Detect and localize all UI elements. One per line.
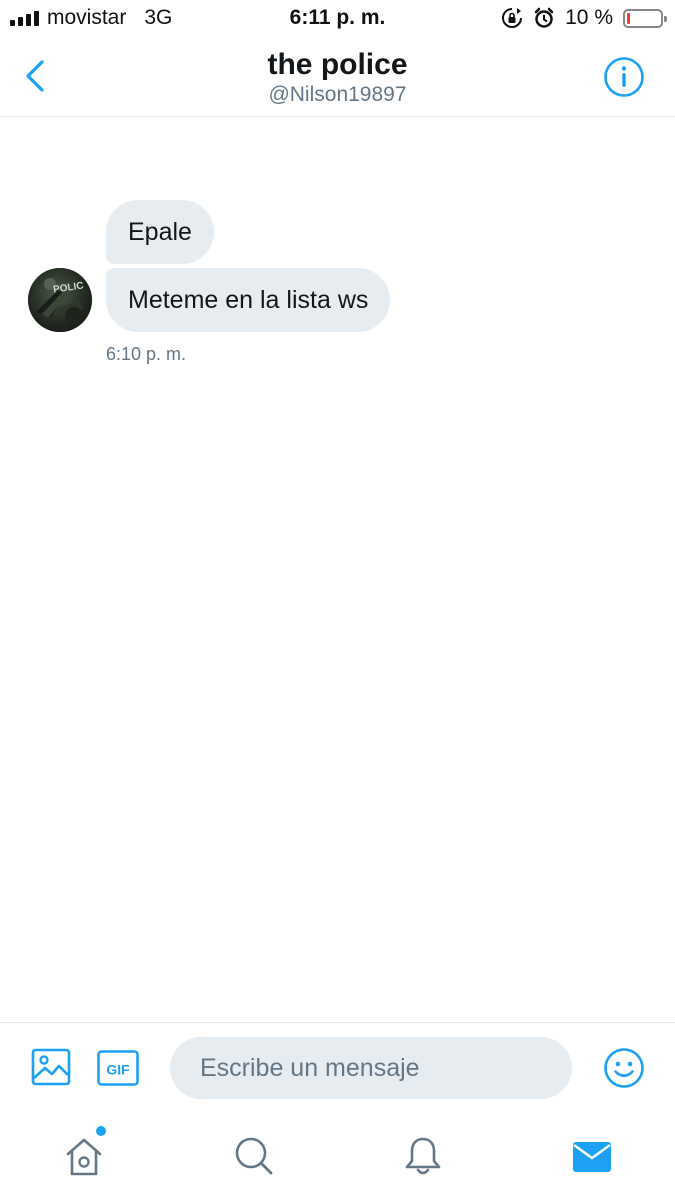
conversation-handle: @Nilson19897 bbox=[268, 83, 407, 106]
message-bubble[interactable]: Epale bbox=[106, 200, 214, 264]
battery-level bbox=[627, 12, 630, 24]
status-bar: movistar 3G 6:11 p. m. 10 % bbox=[0, 0, 675, 36]
message-timestamp: 6:10 p. m. bbox=[106, 344, 187, 364]
tab-messages[interactable] bbox=[570, 1134, 614, 1178]
emoji-icon[interactable] bbox=[603, 1047, 645, 1089]
home-icon bbox=[66, 1138, 102, 1176]
tab-notifications[interactable] bbox=[401, 1134, 445, 1178]
orientation-lock-icon bbox=[502, 8, 523, 28]
image-icon[interactable] bbox=[31, 1047, 71, 1087]
message-input[interactable] bbox=[170, 1037, 572, 1099]
search-icon bbox=[235, 1137, 273, 1175]
gif-icon[interactable]: GIF bbox=[97, 1050, 139, 1086]
battery-icon bbox=[623, 8, 667, 28]
header-title-group[interactable]: the police @Nilson19897 bbox=[0, 48, 675, 108]
gif-label: GIF bbox=[106, 1062, 130, 1078]
alarm-icon bbox=[534, 7, 554, 28]
tab-home[interactable] bbox=[62, 1126, 106, 1178]
status-right: 10 % bbox=[501, 6, 667, 30]
avatar[interactable]: POLIC bbox=[28, 268, 92, 332]
mail-icon bbox=[573, 1142, 611, 1172]
tab-search[interactable] bbox=[232, 1134, 276, 1178]
message-composer: GIF bbox=[0, 1022, 675, 1115]
battery-percentage: 10 % bbox=[565, 6, 613, 29]
conversation-header: the police @Nilson19897 bbox=[0, 36, 675, 117]
dm-conversation-screen: movistar 3G 6:11 p. m. 10 % the police @… bbox=[0, 0, 675, 1200]
home-notification-dot bbox=[96, 1126, 106, 1136]
message-bubble[interactable]: Meteme en la lista ws bbox=[106, 268, 391, 332]
bell-icon bbox=[405, 1137, 441, 1175]
conversation-title: the police bbox=[267, 48, 408, 81]
bottom-tab-bar bbox=[0, 1116, 675, 1200]
info-button[interactable] bbox=[603, 56, 645, 98]
avatar-image: POLIC bbox=[28, 268, 92, 332]
